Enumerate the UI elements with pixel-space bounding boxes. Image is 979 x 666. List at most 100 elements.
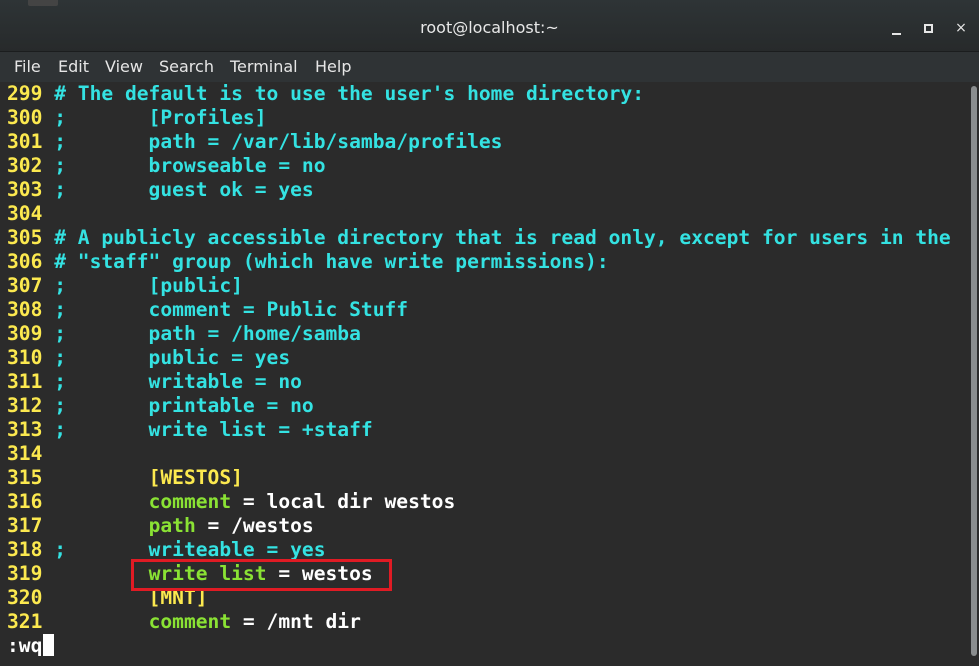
- editor-line: 307 ; [public]: [7, 274, 243, 298]
- line-number: 302: [7, 154, 55, 177]
- line-text-segment: ; printable = no: [54, 394, 314, 417]
- line-text-segment: path: [148, 514, 196, 537]
- terminal-text-area[interactable]: 299 # The default is to use the user's h…: [0, 82, 970, 666]
- line-text-segment: # "staff" group (which have write permis…: [54, 250, 609, 273]
- line-text-segment: [WESTOS]: [148, 466, 243, 489]
- line-text-segment: [54, 586, 148, 609]
- editor-line: 313 ; write list = +staff: [7, 418, 373, 442]
- line-text-segment: [54, 490, 148, 513]
- editor-line: 321 comment = /mnt dir: [7, 610, 361, 634]
- menu-bar: File Edit View Search Terminal Help: [0, 52, 979, 82]
- menu-edit[interactable]: Edit: [58, 56, 89, 78]
- text-cursor: [43, 634, 55, 656]
- line-text-segment: [54, 466, 148, 489]
- command-text: :wq: [7, 634, 43, 657]
- editor-line: 317 path = /westos: [7, 514, 314, 538]
- editor-line: 299 # The default is to use the user's h…: [7, 82, 644, 106]
- line-text-segment: [54, 562, 148, 585]
- line-text-segment: ; [Profiles]: [54, 106, 267, 129]
- scrollbar[interactable]: [970, 82, 979, 666]
- editor-line: 314: [7, 442, 54, 466]
- menu-search[interactable]: Search: [159, 56, 214, 78]
- editor-line: 300 ; [Profiles]: [7, 106, 267, 130]
- scrollbar-thumb[interactable]: [971, 86, 977, 656]
- line-number: 300: [7, 106, 55, 129]
- line-number: 321: [7, 610, 55, 633]
- line-text-segment: ; writable = no: [54, 370, 302, 393]
- line-number: 315: [7, 466, 55, 489]
- maximize-button[interactable]: [915, 14, 943, 42]
- line-number: 317: [7, 514, 55, 537]
- line-number: 312: [7, 394, 55, 417]
- line-number: 301: [7, 130, 55, 153]
- line-text-segment: ; [public]: [54, 274, 243, 297]
- line-text-segment: [MNT]: [148, 586, 208, 609]
- line-text-segment: = local dir westos: [231, 490, 456, 513]
- editor-line: 302 ; browseable = no: [7, 154, 326, 178]
- editor-line: 306 # "staff" group (which have write pe…: [7, 250, 609, 274]
- line-text-segment: ; write list = +staff: [54, 418, 373, 441]
- line-text-segment: [54, 514, 148, 537]
- maximize-icon: [924, 24, 933, 33]
- line-text-segment: [54, 610, 148, 633]
- editor-line: 310 ; public = yes: [7, 346, 290, 370]
- minimize-button[interactable]: [883, 14, 911, 42]
- line-number: 320: [7, 586, 55, 609]
- line-text-segment: ; guest ok = yes: [54, 178, 314, 201]
- line-text-segment: # The default is to use the user's home …: [54, 82, 645, 105]
- terminal-window: root@localhost:~ × File Edit View Search…: [0, 0, 979, 666]
- command-line[interactable]: :wq: [7, 634, 55, 658]
- line-number: 308: [7, 298, 55, 321]
- editor-line: 303 ; guest ok = yes: [7, 178, 314, 202]
- close-icon: ×: [955, 20, 967, 36]
- line-number: 307: [7, 274, 55, 297]
- menu-terminal[interactable]: Terminal: [230, 56, 298, 78]
- editor-line: 319 write list = westos: [7, 562, 373, 586]
- line-text-segment: comment: [148, 610, 232, 633]
- editor-line: 308 ; comment = Public Stuff: [7, 298, 408, 322]
- close-button[interactable]: ×: [947, 14, 975, 42]
- editor-line: 316 comment = local dir westos: [7, 490, 455, 514]
- line-number: 309: [7, 322, 55, 345]
- minimize-icon: [892, 33, 901, 35]
- line-number: 299: [7, 82, 55, 105]
- editor-line: 301 ; path = /var/lib/samba/profiles: [7, 130, 502, 154]
- line-number: 316: [7, 490, 55, 513]
- editor-line: 309 ; path = /home/samba: [7, 322, 361, 346]
- editor-line: 320 [MNT]: [7, 586, 208, 610]
- line-number: 310: [7, 346, 55, 369]
- editor-line: 304: [7, 202, 54, 226]
- line-text-segment: ; writeable = yes: [54, 538, 326, 561]
- menu-view[interactable]: View: [105, 56, 143, 78]
- line-text-segment: comment: [148, 490, 232, 513]
- line-text-segment: ; comment = Public Stuff: [54, 298, 409, 321]
- title-bar[interactable]: root@localhost:~ ×: [0, 0, 979, 52]
- line-text-segment: write list: [148, 562, 267, 585]
- line-number: 311: [7, 370, 55, 393]
- window-title: root@localhost:~: [420, 18, 559, 37]
- editor-line: 311 ; writable = no: [7, 370, 302, 394]
- line-number: 314: [7, 442, 55, 465]
- line-text-segment: ; browseable = no: [54, 154, 326, 177]
- editor-line: 318 ; writeable = yes: [7, 538, 326, 562]
- line-text-segment: ; public = yes: [54, 346, 291, 369]
- menu-file[interactable]: File: [14, 56, 41, 78]
- line-text-segment: # A publicly accessible directory that i…: [54, 226, 951, 249]
- line-number: 304: [7, 202, 55, 225]
- line-number: 305: [7, 226, 55, 249]
- line-text-segment: ; path = /home/samba: [54, 322, 361, 345]
- line-text-segment: = /mnt dir: [231, 610, 361, 633]
- window-tab-edge: [28, 0, 58, 6]
- line-number: 313: [7, 418, 55, 441]
- editor-line: 312 ; printable = no: [7, 394, 314, 418]
- line-number: 303: [7, 178, 55, 201]
- line-text-segment: = /westos: [195, 514, 314, 537]
- menu-help[interactable]: Help: [315, 56, 351, 78]
- line-number: 319: [7, 562, 55, 585]
- line-number: 306: [7, 250, 55, 273]
- editor-line: 315 [WESTOS]: [7, 466, 243, 490]
- line-number: 318: [7, 538, 55, 561]
- line-text-segment: ; path = /var/lib/samba/profiles: [54, 130, 503, 153]
- line-text-segment: = westos: [266, 562, 373, 585]
- editor-line: 305 # A publicly accessible directory th…: [7, 226, 951, 250]
